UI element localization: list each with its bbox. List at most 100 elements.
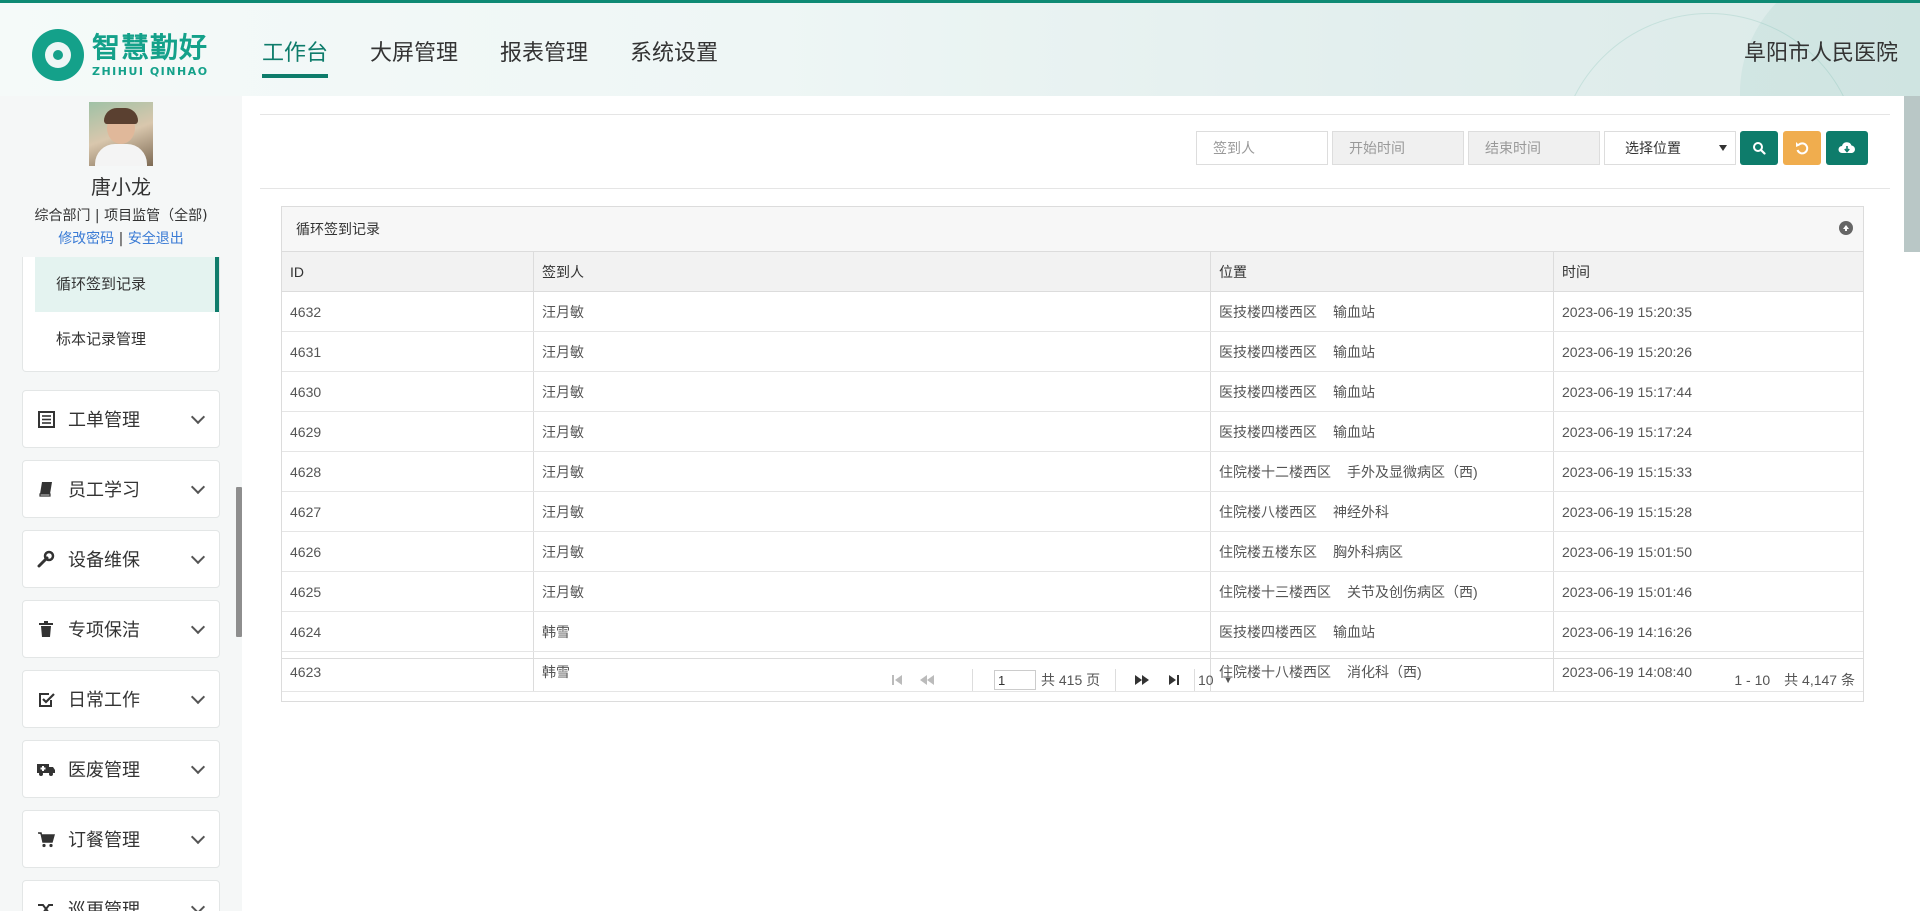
table-row[interactable]: 4625 汪月敏 住院楼十三楼西区 关节及创伤病区（西) 2023-06-19 15:0… xyxy=(282,571,1863,612)
sidebar-item-special-cleaning[interactable]: 专项保洁 xyxy=(22,600,220,658)
nav-workbench[interactable]: 工作台 xyxy=(262,3,329,96)
location-building: 住院楼五楼东区 xyxy=(1219,543,1317,560)
table-row[interactable]: 4630 汪月敏 医技楼四楼西区 输血站 2023-06-19 15:17:44 xyxy=(282,371,1863,412)
table-row[interactable]: 4627 汪月敏 住院楼八楼西区 神经外科 2023-06-19 15:15:28 xyxy=(282,491,1863,532)
sidebar-item-label: 医废管理 xyxy=(68,760,140,781)
location-select[interactable]: 选择位置 xyxy=(1604,131,1736,165)
table-row[interactable]: 4631 汪月敏 医技楼四楼西区 输血站 2023-06-19 15:20:26 xyxy=(282,331,1863,372)
cell-signer: 汪月敏 xyxy=(533,371,1211,412)
divider xyxy=(260,114,1890,115)
location-department: 输血站 xyxy=(1333,343,1375,360)
user-department: 综合部门 | 项目监管（全部) xyxy=(34,208,208,224)
next-page-icon[interactable] xyxy=(1134,659,1150,701)
search-button[interactable] xyxy=(1740,131,1778,165)
check-square-icon xyxy=(35,688,57,710)
user-name: 唐小龙 xyxy=(91,175,151,199)
record-count: 1 - 10 共 4,147 条 xyxy=(1734,659,1855,701)
location-department: 神经外科 xyxy=(1333,503,1389,520)
sidebar-item-equipment-maintenance[interactable]: 设备维保 xyxy=(22,530,220,588)
sidebar-item-label: 日常工作 xyxy=(68,690,140,711)
nav-report-management[interactable]: 报表管理 xyxy=(500,3,588,96)
page-size-value: 10 xyxy=(1198,672,1214,688)
cell-id: 4626 xyxy=(282,531,534,572)
cell-signer: 汪月敏 xyxy=(533,451,1211,492)
sidebar-item-daily-work[interactable]: 日常工作 xyxy=(22,670,220,728)
column-header-time[interactable]: 时间 xyxy=(1553,252,1863,292)
reset-button[interactable] xyxy=(1783,131,1821,165)
cell-time: 2023-06-19 15:15:33 xyxy=(1553,451,1863,492)
page-number-input[interactable]: 1 xyxy=(994,670,1036,690)
sidebar-item-staff-learning[interactable]: 员工学习 xyxy=(22,460,220,518)
cell-location: 医技楼四楼西区 输血站 xyxy=(1210,411,1554,452)
chevron-down-icon xyxy=(190,759,206,775)
total-pages: 共 415 页 xyxy=(1041,672,1101,688)
location-building: 医技楼四楼西区 xyxy=(1219,423,1317,440)
sidebar-item-medical-waste[interactable]: 医废管理 xyxy=(22,740,220,798)
column-header-signer[interactable]: 签到人 xyxy=(533,252,1211,292)
sidebar-item-label: 巡更管理 xyxy=(68,900,140,911)
logo[interactable]: 智慧勤好 ZHIHUI QINHAO xyxy=(32,29,209,81)
change-password-link[interactable]: 修改密码 xyxy=(58,231,114,247)
sidebar-item-label: 员工学习 xyxy=(68,480,140,501)
sidebar-item-label: 订餐管理 xyxy=(68,830,140,851)
submenu-item-specimen-records[interactable]: 标本记录管理 xyxy=(23,312,219,367)
sidebar-item-patrol-management[interactable]: 巡更管理 xyxy=(22,880,220,911)
cell-id: 4624 xyxy=(282,611,534,652)
cell-location: 住院楼五楼东区 胸外科病区 xyxy=(1210,531,1554,572)
cart-icon xyxy=(35,828,57,850)
location-select-value: 选择位置 xyxy=(1625,140,1681,156)
table-row[interactable]: 4624 韩雪 医技楼四楼西区 输血站 2023-06-19 14:16:26 xyxy=(282,611,1863,652)
chevron-down-icon xyxy=(190,619,206,635)
cell-signer: 汪月敏 xyxy=(533,571,1211,612)
location-building: 住院楼十三楼西区 xyxy=(1219,583,1331,600)
cell-location: 住院楼十二楼西区 手外及显微病区（西) xyxy=(1210,451,1554,492)
table-row[interactable]: 4626 汪月敏 住院楼五楼东区 胸外科病区 2023-06-19 15:01:50 xyxy=(282,531,1863,572)
column-header-id[interactable]: ID xyxy=(282,252,534,292)
table-row[interactable]: 4632 汪月敏 医技楼四楼西区 输血站 2023-06-19 15:20:35 xyxy=(282,291,1863,332)
chevron-down-icon xyxy=(190,899,206,911)
page-scrollbar[interactable] xyxy=(1904,96,1920,252)
prev-page-icon[interactable] xyxy=(919,659,935,701)
cell-signer: 汪月敏 xyxy=(533,291,1211,332)
page-size-select[interactable]: 10 ▼ xyxy=(1198,659,1233,701)
cell-time: 2023-06-19 15:15:28 xyxy=(1553,491,1863,532)
sidebar-item-label: 工单管理 xyxy=(68,410,140,431)
top-nav: 工作台 大屏管理 报表管理 系统设置 xyxy=(262,3,760,96)
records-table: ID 签到人 位置 时间 4632 汪月敏 医技楼四楼西区 输血站 2023-06-19… xyxy=(282,252,1863,692)
export-button[interactable] xyxy=(1826,131,1868,165)
cell-time: 2023-06-19 15:01:46 xyxy=(1553,571,1863,612)
sidebar-item-meal-ordering[interactable]: 订餐管理 xyxy=(22,810,220,868)
table-row[interactable]: 4629 汪月敏 医技楼四楼西区 输血站 2023-06-19 15:17:24 xyxy=(282,411,1863,452)
last-page-icon[interactable] xyxy=(1168,659,1180,701)
cell-time: 2023-06-19 15:17:24 xyxy=(1553,411,1863,452)
signer-input[interactable]: 签到人 xyxy=(1196,131,1328,165)
caret-down-icon xyxy=(1719,145,1727,151)
link-separator: | xyxy=(118,231,124,247)
list-icon xyxy=(35,408,57,430)
cell-signer: 韩雪 xyxy=(533,611,1211,652)
end-time-input[interactable]: 结束时间 xyxy=(1468,131,1600,165)
random-icon xyxy=(35,898,57,911)
table-row[interactable]: 4628 汪月敏 住院楼十二楼西区 手外及显微病区（西) 2023-06-19 15:1… xyxy=(282,451,1863,492)
logo-icon xyxy=(32,29,84,81)
column-header-location[interactable]: 位置 xyxy=(1210,252,1554,292)
nav-screen-management[interactable]: 大屏管理 xyxy=(370,3,458,96)
nav-system-settings[interactable]: 系统设置 xyxy=(630,3,718,96)
cell-id: 4631 xyxy=(282,331,534,372)
cell-location: 住院楼十三楼西区 关节及创伤病区（西) xyxy=(1210,571,1554,612)
cell-time: 2023-06-19 14:16:26 xyxy=(1553,611,1863,652)
submenu-item-cyclic-signin[interactable]: 循环签到记录 xyxy=(35,257,219,312)
cell-id: 4629 xyxy=(282,411,534,452)
chevron-down-icon xyxy=(190,479,206,495)
first-page-icon[interactable] xyxy=(891,659,903,701)
user-links: 修改密码 | 安全退出 xyxy=(0,228,242,248)
cell-location: 医技楼四楼西区 输血站 xyxy=(1210,611,1554,652)
collapse-icon[interactable] xyxy=(1839,221,1853,235)
location-building: 医技楼四楼西区 xyxy=(1219,303,1317,320)
cell-location: 住院楼八楼西区 神经外科 xyxy=(1210,491,1554,532)
sidebar-item-label: 专项保洁 xyxy=(68,620,140,641)
start-time-input[interactable]: 开始时间 xyxy=(1332,131,1464,165)
submenu-panel: 循环签到记录 标本记录管理 xyxy=(22,257,220,372)
sidebar-item-work-orders[interactable]: 工单管理 xyxy=(22,390,220,448)
logout-link[interactable]: 安全退出 xyxy=(128,231,184,247)
